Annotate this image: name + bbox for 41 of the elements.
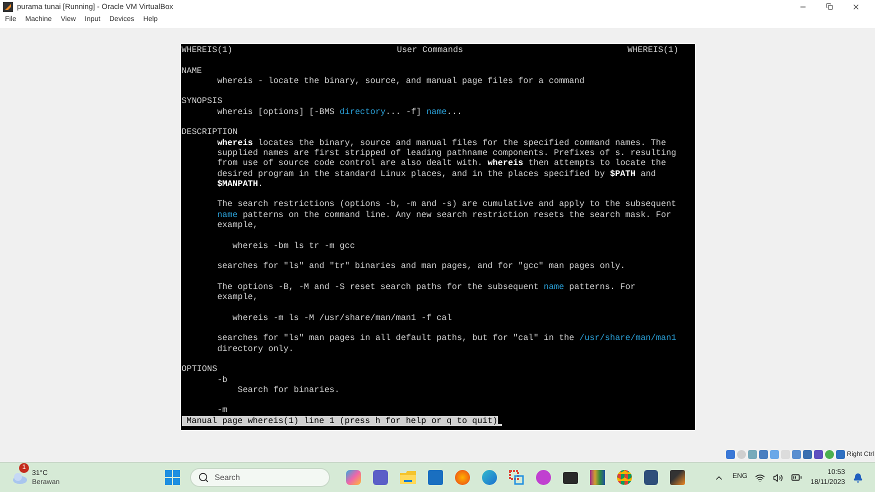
battery-icon[interactable] [791, 472, 802, 483]
terminal-line: searches for "ls" man pages in all default paths, but for "cal" in the /usr/share/man/man1 [216, 333, 676, 344]
volume-icon[interactable] [773, 472, 784, 482]
header-right: WHEREIS(1) [627, 45, 678, 56]
terminal-line: name patterns on the command line. Any new search restriction resets the search mask. For [217, 210, 672, 220]
terminal-line: supplied names are first stripped of leading pathname components. Prefixes of s. resulting [216, 148, 676, 158]
terminal-line: The search restrictions (options -b, -m and -s) are cumulative and apply to the subsequent [216, 199, 676, 210]
terminal-line: The options -B, -M and -S reset search paths for the subsequent name patterns. For [216, 282, 636, 292]
wifi-icon[interactable] [755, 472, 766, 482]
search-icon [198, 472, 209, 483]
terminal-line: searches for "ls" and "tr" binaries and man pages, and for "gcc" man pages only. [216, 261, 626, 272]
restore-icon[interactable] [826, 3, 833, 10]
terminal-line: from use of source code control are also dealt with. whereis then attempts to locate the [216, 158, 666, 169]
snipping-tool-icon[interactable] [508, 470, 524, 485]
terminal-line: whereis [options] [-BMS directory... -f] name... [216, 106, 462, 118]
terminal-line: -m [217, 405, 228, 416]
app-logo-icon [3, 2, 13, 12]
terminal-line: directory only. [216, 344, 294, 354]
header-title: User Commands [396, 45, 464, 56]
terminal-line: NAME [182, 66, 202, 76]
terminal-line: example, [216, 292, 258, 302]
bell-icon[interactable] [853, 472, 863, 482]
terminal-line: whereis -bm ls tr -m gcc [232, 240, 355, 251]
terminal-line: -b [216, 374, 228, 385]
search-field[interactable]: Search [190, 468, 330, 487]
start-icon[interactable] [164, 470, 180, 485]
terminal-line: whereis locates the binary, source and manual files for the specified command names. The [217, 138, 666, 148]
text-cursor [498, 424, 502, 426]
terminal-line: whereis - locate the binary, source, and manual page files for a command [216, 76, 584, 86]
terminal-line: Search for binaries. [236, 384, 340, 396]
terminal-line: whereis -m ls -M /usr/share/man/man1 -f cal [232, 312, 452, 324]
terminal-line: desired program in the standard Linux places, and in the places specified by $PATH and [216, 168, 656, 179]
close-icon[interactable] [852, 2, 860, 10]
header-left: WHEREIS(1) [182, 45, 233, 56]
folder-icon[interactable] [400, 471, 416, 484]
terminal-line: example, [216, 220, 258, 230]
terminal-line: OPTIONS [182, 364, 218, 374]
terminal-line: SYNOPSIS [182, 96, 222, 107]
cloud-icon[interactable] [12, 472, 28, 484]
terminal-line: DESCRIPTION [182, 127, 238, 138]
terminal-line: $MANPATH. [217, 178, 264, 190]
